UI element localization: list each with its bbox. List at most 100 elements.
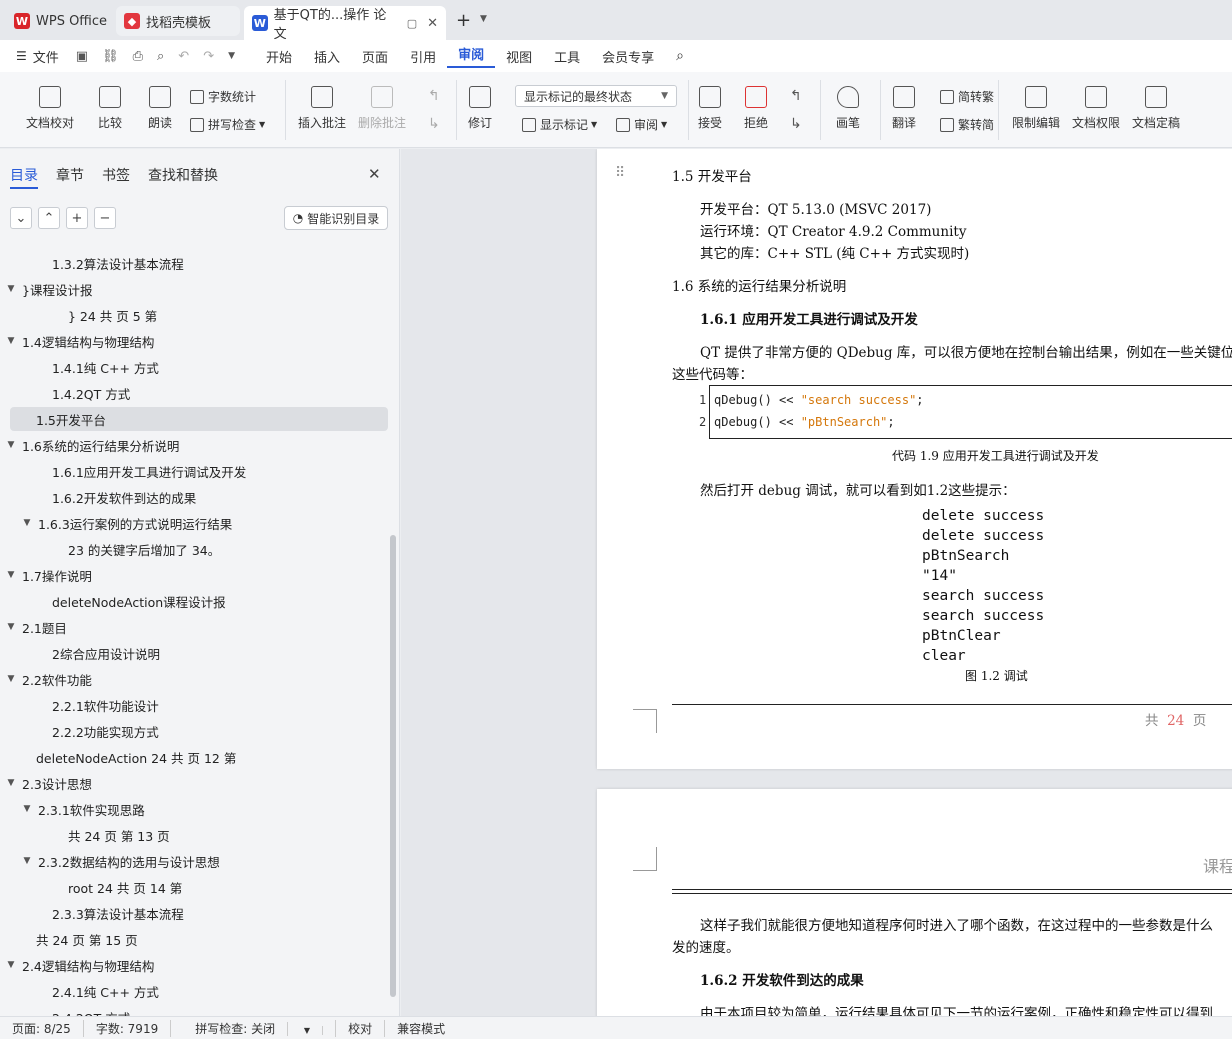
page-indicator[interactable]: 页面: 8/25 bbox=[0, 1019, 84, 1037]
proofread-button[interactable]: 文档校对 bbox=[26, 86, 74, 131]
expand-arrow-icon[interactable]: ▼ bbox=[6, 284, 16, 294]
tab-templates[interactable]: ◆ 找稻壳模板 bbox=[116, 6, 240, 36]
insert-comment-button[interactable]: 插入批注 bbox=[298, 86, 346, 131]
expand-arrow-icon[interactable]: ▼ bbox=[6, 778, 16, 788]
menu-reference[interactable]: 引用 bbox=[399, 47, 447, 66]
close-icon[interactable]: ✕ bbox=[368, 165, 381, 183]
toc-item[interactable]: 2综合应用设计说明 bbox=[0, 641, 388, 665]
restrict-editing-button[interactable]: 限制编辑 bbox=[1012, 86, 1060, 131]
expand-button[interactable]: ⌃ bbox=[38, 207, 60, 229]
more-chevron-icon[interactable]: ▼ bbox=[228, 51, 235, 61]
expand-arrow-icon[interactable]: ▼ bbox=[6, 960, 16, 970]
toc-item[interactable]: ▼ 2.3设计思想 bbox=[0, 771, 388, 795]
spell-check-button[interactable]: 拼写检查 ▼ bbox=[190, 116, 265, 133]
scrollbar[interactable] bbox=[390, 535, 396, 997]
toc-item[interactable]: ▼ 1.7操作说明 bbox=[0, 563, 388, 587]
finalize-button[interactable]: 文档定稿 bbox=[1132, 86, 1180, 131]
next-change-icon[interactable]: ↳ bbox=[790, 116, 802, 132]
tab-wps-office[interactable]: W WPS Office bbox=[6, 6, 115, 36]
expand-arrow-icon[interactable]: ▼ bbox=[6, 570, 16, 580]
toc-item[interactable]: 2.4.1纯 C++ 方式 bbox=[0, 979, 388, 1003]
toc-item[interactable]: 共 24 页 第 15 页 bbox=[0, 927, 388, 951]
menu-member[interactable]: 会员专享 bbox=[591, 47, 665, 66]
toc-item[interactable]: deleteNodeAction 24 共 页 12 第 bbox=[0, 745, 388, 769]
toc-item[interactable]: ▼ 1.6系统的运行结果分析说明 bbox=[0, 433, 388, 457]
traditional-to-simplified-button[interactable]: 繁转简 bbox=[940, 116, 994, 133]
toc-item[interactable]: deleteNodeAction课程设计报 bbox=[0, 589, 388, 613]
toc-item[interactable]: } 24 共 页 5 第 bbox=[0, 303, 388, 327]
file-menu[interactable]: ☰ 文件 bbox=[0, 47, 70, 66]
toc-item[interactable]: 1.5开发平台 bbox=[10, 407, 388, 431]
word-count[interactable]: 字数: 7919 bbox=[84, 1019, 172, 1037]
previous-comment-icon[interactable]: ↰ bbox=[428, 88, 440, 104]
toc-item[interactable]: ▼ 2.1题目 bbox=[0, 615, 388, 639]
next-comment-icon[interactable]: ↳ bbox=[428, 116, 440, 132]
collapse-button[interactable]: ⌄ bbox=[10, 207, 32, 229]
delete-comment-button[interactable]: 删除批注 bbox=[358, 86, 406, 131]
track-changes-button[interactable]: 修订 bbox=[468, 86, 492, 131]
toc-item[interactable]: 2.2.1软件功能设计 bbox=[0, 693, 388, 717]
translate-button[interactable]: 翻译 bbox=[892, 86, 916, 131]
previous-change-icon[interactable]: ↰ bbox=[790, 88, 802, 104]
menu-start[interactable]: 开始 bbox=[255, 47, 303, 66]
toc-item[interactable]: ▼ 1.6.3运行案例的方式说明运行结果 bbox=[0, 511, 388, 535]
word-count-button[interactable]: 字数统计 bbox=[190, 88, 256, 105]
toc-item[interactable]: ▼ 2.3.1软件实现思路 bbox=[0, 797, 388, 821]
toc-item[interactable]: 1.6.2开发软件到达的成果 bbox=[0, 485, 388, 509]
chevron-down-icon[interactable]: ▼ bbox=[480, 14, 487, 24]
toc-item[interactable]: 1.6.1应用开发工具进行调试及开发 bbox=[0, 459, 388, 483]
expand-arrow-icon[interactable]: ▼ bbox=[22, 518, 32, 528]
menu-page[interactable]: 页面 bbox=[351, 47, 399, 66]
toc-item[interactable]: ▼ 2.2软件功能 bbox=[0, 667, 388, 691]
save-icon[interactable]: ▣ bbox=[76, 49, 88, 64]
toc-item[interactable]: ▼ 2.4逻辑结构与物理结构 bbox=[0, 953, 388, 977]
expand-arrow-icon[interactable]: ▼ bbox=[22, 856, 32, 866]
restore-icon[interactable]: ▢ bbox=[407, 17, 417, 30]
toc-item[interactable]: 1.3.2算法设计基本流程 bbox=[0, 251, 388, 275]
show-markup-button[interactable]: 显示标记 ▼ bbox=[522, 116, 597, 133]
tab-bookmarks[interactable]: 书签 bbox=[102, 165, 130, 185]
toc-item[interactable]: ▼ 2.3.2数据结构的选用与设计思想 bbox=[0, 849, 388, 873]
expand-arrow-icon[interactable]: ▼ bbox=[6, 336, 16, 346]
toc-item[interactable]: 2.2.2功能实现方式 bbox=[0, 719, 388, 743]
add-heading-button[interactable]: + bbox=[66, 207, 88, 229]
remove-heading-button[interactable]: − bbox=[94, 207, 116, 229]
tab-find-replace[interactable]: 查找和替换 bbox=[148, 165, 218, 185]
toc-item[interactable]: root 24 共 页 14 第 bbox=[0, 875, 388, 899]
reject-button[interactable]: 拒绝 bbox=[744, 86, 768, 131]
print-icon[interactable]: ⎙ bbox=[133, 49, 143, 64]
menu-tools[interactable]: 工具 bbox=[543, 47, 591, 66]
pen-button[interactable]: 画笔 bbox=[836, 86, 860, 131]
toc-item[interactable]: 共 24 页 第 13 页 bbox=[0, 823, 388, 847]
new-tab-icon[interactable]: + bbox=[456, 10, 471, 31]
toc-item[interactable]: ▼}课程设计报 bbox=[0, 277, 388, 301]
read-aloud-button[interactable]: 朗读 bbox=[148, 86, 172, 131]
smart-toc-button[interactable]: ◔ 智能识别目录 bbox=[284, 206, 388, 230]
toc-item[interactable]: 2.3.3算法设计基本流程 bbox=[0, 901, 388, 925]
close-icon[interactable]: ✕ bbox=[427, 16, 438, 31]
redo-icon[interactable]: ↷ bbox=[203, 49, 214, 64]
spell-check-status[interactable]: 拼写检查: 关闭 ▼ bbox=[171, 1019, 337, 1037]
accept-button[interactable]: 接受 bbox=[698, 86, 722, 131]
toc-item[interactable]: 1.4.1纯 C++ 方式 bbox=[0, 355, 388, 379]
review-pane-button[interactable]: 审阅 ▼ bbox=[616, 116, 667, 133]
tab-document[interactable]: W 基于QT的...操作 论文 ▢ ✕ bbox=[244, 6, 446, 42]
expand-arrow-icon[interactable]: ▼ bbox=[22, 804, 32, 814]
expand-arrow-icon[interactable]: ▼ bbox=[6, 622, 16, 632]
print-preview-icon[interactable]: ⌕ bbox=[157, 49, 164, 64]
search-icon[interactable]: ⌕ bbox=[665, 48, 695, 64]
undo-icon[interactable]: ↶ bbox=[178, 49, 189, 64]
toc-item[interactable]: 1.4.2QT 方式 bbox=[0, 381, 388, 405]
tab-toc[interactable]: 目录 bbox=[10, 165, 38, 189]
compare-button[interactable]: 比较 bbox=[98, 86, 122, 131]
link-icon[interactable]: ⛓ bbox=[102, 49, 119, 64]
menu-insert[interactable]: 插入 bbox=[303, 47, 351, 66]
markup-state-select[interactable]: 显示标记的最终状态 ▼ bbox=[515, 85, 677, 107]
proof-status[interactable]: 校对 bbox=[336, 1019, 386, 1037]
toc-item[interactable]: ▼ 1.4逻辑结构与物理结构 bbox=[0, 329, 388, 353]
document-rights-button[interactable]: 文档权限 bbox=[1072, 86, 1120, 131]
expand-arrow-icon[interactable]: ▼ bbox=[6, 674, 16, 684]
menu-view[interactable]: 视图 bbox=[495, 47, 543, 66]
menu-review[interactable]: 审阅 bbox=[447, 44, 496, 68]
drag-handle-icon[interactable]: ⠿ bbox=[615, 165, 625, 181]
